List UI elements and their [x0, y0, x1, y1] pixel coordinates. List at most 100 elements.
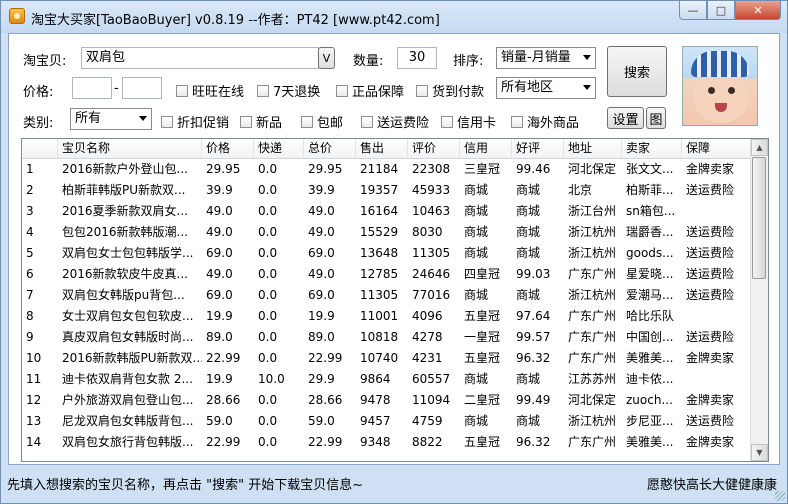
table-row[interactable]: 1 2016新款户外登山包... 29.95 0.0 29.95 21184 22308 三皇… [22, 159, 752, 180]
checkbox-icon [257, 84, 269, 97]
price-min-input[interactable] [72, 77, 112, 99]
column-header[interactable]: 评价 [408, 139, 460, 158]
checkbox-icon [301, 115, 313, 128]
quantity-input[interactable]: 30 [397, 47, 437, 69]
category-select[interactable]: 所有 [70, 108, 152, 130]
settings-button[interactable]: 设置 [607, 107, 644, 129]
minimize-icon: — [687, 3, 699, 17]
free-shipping-checkbox[interactable]: 包邮 [301, 112, 343, 131]
column-header[interactable]: 快递 [254, 139, 304, 158]
column-header[interactable]: 信用 [460, 139, 512, 158]
table-cell: 11001 [360, 309, 399, 323]
table-cell: 9 [26, 330, 34, 344]
table-cell: 89.0 [206, 330, 233, 344]
table-cell: sn箱包... [626, 204, 676, 218]
table-cell: 2016夏季新款双肩女... [62, 204, 188, 218]
sort-select[interactable]: 销量-月销量 [496, 47, 596, 69]
credit-card-checkbox[interactable]: 信用卡 [441, 112, 496, 131]
table-row[interactable]: 8 女士双肩包女包包软皮... 19.9 0.0 19.9 11001 4096 五皇冠 97.… [22, 306, 752, 327]
table-row[interactable]: 12 户外旅游双肩包登山包... 28.66 0.0 28.66 9478 11094 二皇冠… [22, 390, 752, 411]
table-cell: 星爱晓... [626, 267, 674, 281]
new-item-checkbox[interactable]: 新品 [240, 112, 282, 131]
shipping-insurance-checkbox[interactable]: 送运费险 [361, 112, 429, 131]
cash-on-delivery-checkbox[interactable]: 货到付款 [416, 81, 484, 100]
table-cell: 浙江杭州 [568, 246, 617, 260]
cash-on-delivery-label: 货到付款 [432, 85, 485, 100]
checkbox-icon [441, 115, 453, 128]
table-cell: 22.99 [308, 351, 343, 365]
table-cell: 69.0 [206, 288, 233, 302]
scroll-down-icon[interactable]: ▼ [751, 444, 768, 461]
table-cell: 89.0 [308, 330, 335, 344]
history-dropdown-button[interactable]: V [318, 47, 335, 69]
scroll-up-icon[interactable]: ▲ [751, 139, 768, 156]
free-shipping-label: 包邮 [317, 116, 344, 131]
close-button[interactable]: ✕ [735, 1, 781, 20]
table-row[interactable]: 9 真皮双肩包女韩版时尚... 89.0 0.0 89.0 10818 4278 一皇冠 99.… [22, 327, 752, 348]
minimize-button[interactable]: — [679, 1, 707, 20]
maximize-button[interactable]: □ [707, 1, 735, 20]
table-row[interactable]: 3 2016夏季新款双肩女... 49.0 0.0 49.0 16164 10463 商城 商城… [22, 201, 752, 222]
column-header[interactable] [22, 139, 58, 158]
wangwang-online-label: 旺旺在线 [192, 85, 245, 100]
title-bar[interactable]: 淘宝大买家[TaoBaoBuyer] v0.8.19 --作者：PT42 [ww… [1, 1, 787, 33]
vertical-scrollbar[interactable]: ▲ ▼ [750, 139, 768, 461]
table-row[interactable]: 5 双肩包女士包包韩版学... 69.0 0.0 69.0 13648 11305 商城 商城 浙… [22, 243, 752, 264]
table-row[interactable]: 6 2016新款软皮牛皮真... 49.0 0.0 49.0 12785 24646 四皇冠 9… [22, 264, 752, 285]
table-row[interactable]: 13 尼龙双肩包女韩版背包... 59.0 0.0 59.0 9457 4759 商城 商城 浙江… [22, 411, 752, 432]
table-cell [682, 369, 752, 390]
region-select[interactable]: 所有地区 [496, 77, 596, 99]
close-icon: ✕ [753, 3, 763, 17]
table-cell: 5 [26, 246, 34, 260]
table-cell: 0.0 [258, 162, 278, 176]
status-hint: 先填入想搜索的宝贝名称，再点击 "搜索" 开始下载宝贝信息~ [7, 478, 364, 493]
overseas-label: 海外商品 [527, 116, 580, 131]
table-cell: 9457 [360, 414, 391, 428]
region-select-value: 所有地区 [501, 80, 554, 95]
resize-grip-icon[interactable] [775, 491, 785, 501]
table-cell: 步尼亚... [626, 414, 674, 428]
table-cell: 19.9 [206, 372, 233, 386]
column-header[interactable]: 宝贝名称 [58, 139, 202, 158]
discount-checkbox[interactable]: 折扣促销 [161, 112, 229, 131]
column-header[interactable]: 价格 [202, 139, 254, 158]
table-cell: 10.0 [258, 372, 285, 386]
table-cell: 商城 [464, 183, 489, 197]
table-cell: 五皇冠 [464, 309, 501, 323]
column-header[interactable]: 保障 [682, 139, 752, 158]
avatar-eye [708, 87, 715, 94]
table-cell: 户外旅游双肩包登山包... [62, 393, 194, 407]
table-cell: 商城 [464, 225, 489, 239]
column-header[interactable]: 卖家 [622, 139, 682, 158]
table-cell: 99.49 [516, 393, 551, 407]
search-button[interactable]: 搜索 [607, 46, 667, 97]
column-header[interactable]: 总价 [304, 139, 356, 158]
product-search-input[interactable]: 双肩包 [81, 47, 319, 69]
category-label: 类别: [23, 116, 54, 131]
return-7day-checkbox[interactable]: 7天退换 [257, 81, 320, 100]
column-header[interactable]: 售出 [356, 139, 408, 158]
scrollbar-thumb[interactable] [752, 157, 766, 279]
overseas-checkbox[interactable]: 海外商品 [511, 112, 579, 131]
price-max-input[interactable] [122, 77, 162, 99]
table-cell: 11305 [412, 246, 451, 260]
table-row[interactable]: 11 迪卡侬双肩背包女款 2... 19.9 10.0 29.9 9864 60557 商城 商… [22, 369, 752, 390]
table-row[interactable]: 7 双肩包女韩版pu背包... 69.0 0.0 69.0 11305 77016 商城 商城 浙… [22, 285, 752, 306]
table-cell: 二皇冠 [464, 393, 501, 407]
table-cell: 10 [26, 351, 42, 365]
table-cell: 28.66 [308, 393, 343, 407]
image-button[interactable]: 图 [646, 107, 666, 129]
column-header[interactable]: 地址 [564, 139, 622, 158]
table-row[interactable]: 4 包包2016新款韩版潮... 49.0 0.0 49.0 15529 8030 商城 商城 浙… [22, 222, 752, 243]
genuine-guarantee-checkbox[interactable]: 正品保障 [336, 81, 404, 100]
table-cell: 商城 [464, 204, 489, 218]
table-cell: 瑞爵香... [626, 225, 674, 239]
column-header[interactable]: 好评 [512, 139, 564, 158]
table-row[interactable]: 2 柏斯菲韩版PU新款双... 39.9 0.0 39.9 19357 45933 商城 商城 北… [22, 180, 752, 201]
wangwang-online-checkbox[interactable]: 旺旺在线 [176, 81, 244, 100]
results-table[interactable]: 宝贝名称 价格 快递 总价 售出 评价 信用 好评 地址 卖家 保障 1 2016新款户外登山包...… [21, 138, 769, 462]
table-row[interactable]: 14 双肩包女旅行背包韩版... 22.99 0.0 22.99 9348 8822 五皇冠 9… [22, 432, 752, 453]
table-cell: 99.57 [516, 330, 551, 344]
table-cell: 商城 [516, 225, 541, 239]
table-row[interactable]: 10 2016新款韩版PU新款双... 22.99 0.0 22.99 10740 4231… [22, 348, 752, 369]
